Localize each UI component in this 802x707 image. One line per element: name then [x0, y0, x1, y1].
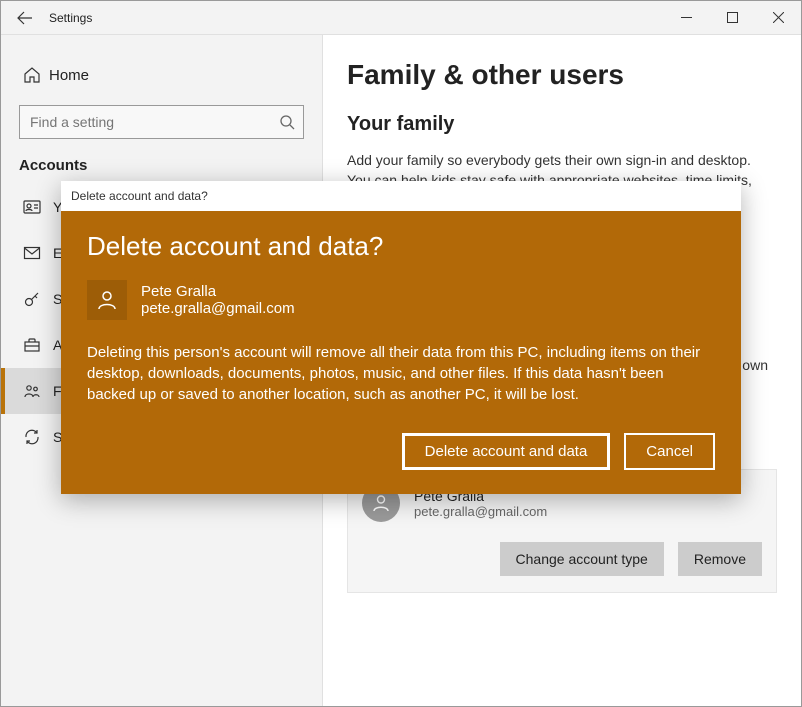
family-icon: [23, 382, 53, 400]
dialog-title: Delete account and data?: [87, 231, 715, 262]
window-title: Settings: [49, 11, 92, 25]
remove-account-button[interactable]: Remove: [678, 542, 762, 576]
dialog-titlebar: Delete account and data?: [61, 181, 741, 211]
titlebar: Settings: [1, 1, 801, 35]
dialog-user-name: Pete Gralla: [141, 283, 295, 300]
dialog-body-text: Deleting this person's account will remo…: [87, 342, 715, 405]
sidebar-home-label: Home: [49, 67, 89, 84]
user-badge-icon: [23, 198, 53, 216]
search-input[interactable]: [30, 114, 279, 130]
change-account-type-button[interactable]: Change account type: [500, 542, 664, 576]
maximize-icon: [727, 12, 738, 23]
sidebar-group-title: Accounts: [1, 155, 322, 184]
dialog-user-email: pete.gralla@gmail.com: [141, 300, 295, 317]
dialog-confirm-button[interactable]: Delete account and data: [402, 433, 611, 470]
close-button[interactable]: [755, 1, 801, 35]
search-icon: [279, 114, 295, 130]
dialog-user-identity: Pete Gralla pete.gralla@gmail.com: [87, 280, 715, 320]
settings-window: Settings Home: [0, 0, 802, 707]
maximize-button[interactable]: [709, 1, 755, 35]
delete-account-dialog: Delete account and data? Delete account …: [61, 181, 741, 494]
person-icon: [96, 289, 118, 311]
section-your-family-title: Your family: [347, 113, 777, 136]
dialog-cancel-button[interactable]: Cancel: [624, 433, 715, 470]
sidebar-home[interactable]: Home: [1, 53, 322, 97]
minimize-button[interactable]: [663, 1, 709, 35]
minimize-icon: [681, 12, 692, 23]
back-arrow-icon: [17, 10, 33, 26]
home-icon: [23, 66, 49, 84]
dialog-avatar: [87, 280, 127, 320]
account-email: pete.gralla@gmail.com: [414, 504, 547, 519]
close-icon: [773, 12, 784, 23]
briefcase-icon: [23, 336, 53, 354]
back-button[interactable]: [1, 1, 49, 35]
sync-icon: [23, 428, 53, 446]
person-icon: [371, 493, 391, 513]
key-icon: [23, 290, 53, 308]
search-box[interactable]: [19, 105, 304, 139]
mail-icon: [23, 244, 53, 262]
page-title: Family & other users: [347, 59, 777, 91]
